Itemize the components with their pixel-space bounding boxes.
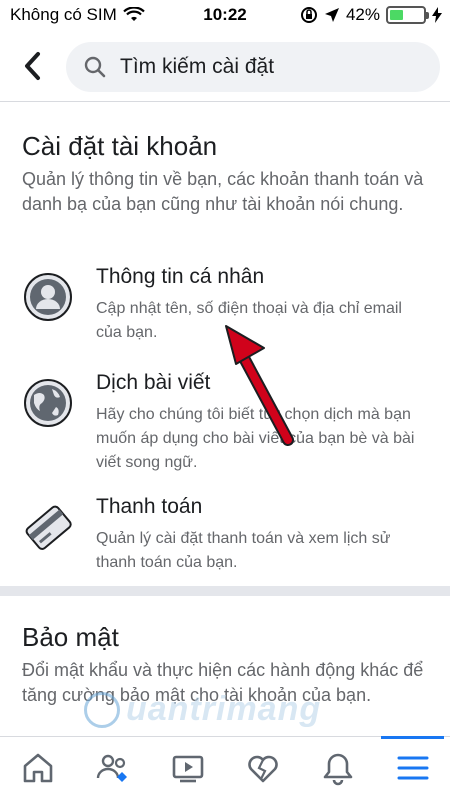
rotation-lock-icon bbox=[300, 7, 317, 23]
section-divider bbox=[0, 586, 450, 596]
battery-percent: 42% bbox=[345, 5, 380, 24]
menu-icon bbox=[397, 756, 428, 780]
globe-icon bbox=[24, 379, 72, 427]
setting-item-title: Dịch bài viết bbox=[96, 371, 211, 394]
tab-menu[interactable] bbox=[375, 736, 450, 799]
watch-icon bbox=[172, 755, 203, 783]
tab-friends[interactable] bbox=[75, 737, 150, 799]
tab-watch[interactable] bbox=[150, 737, 225, 799]
home-icon bbox=[23, 753, 52, 783]
location-icon bbox=[324, 8, 339, 22]
battery-icon bbox=[386, 6, 429, 24]
setting-item-title: Thanh toán bbox=[96, 495, 203, 518]
search-box[interactable] bbox=[66, 42, 440, 92]
setting-item-description: Hãy cho chúng tôi biết tùy chọn dịch mà … bbox=[96, 406, 415, 471]
account-section-description: Quản lý thông tin về bạn, các khoản than… bbox=[22, 169, 424, 214]
tab-notifications[interactable] bbox=[300, 737, 375, 799]
watermark-logo-icon bbox=[84, 691, 120, 728]
search-input[interactable] bbox=[120, 55, 400, 79]
settings-header bbox=[0, 32, 450, 102]
search-icon bbox=[84, 56, 106, 78]
back-button[interactable] bbox=[18, 48, 48, 84]
bell-icon bbox=[323, 753, 352, 786]
chevron-left-icon bbox=[25, 52, 40, 80]
setting-item-post-translation[interactable]: Dịch bài viết Hãy cho chúng tôi biết tùy… bbox=[0, 371, 450, 479]
setting-item-description: Quản lý cài đặt thanh toán và xem lịch s… bbox=[96, 530, 391, 571]
charging-icon bbox=[432, 7, 442, 23]
friends-icon bbox=[96, 754, 127, 782]
watermark-text: uantrimang bbox=[126, 690, 322, 728]
setting-item-personal-info[interactable]: Thông tin cá nhân Cập nhật tên, số điện … bbox=[0, 265, 450, 373]
tab-dating[interactable] bbox=[225, 737, 300, 799]
account-settings-section: Cài đặt tài khoản Quản lý thông tin về b… bbox=[0, 103, 450, 573]
profile-icon bbox=[24, 273, 72, 321]
status-bar: Không có SIM 10:22 42% bbox=[0, 0, 450, 32]
tab-home[interactable] bbox=[0, 737, 75, 799]
status-right: 42% bbox=[300, 5, 442, 25]
battery-fill bbox=[390, 10, 404, 20]
credit-card-icon bbox=[25, 505, 72, 550]
security-section-title: Bảo mật bbox=[22, 622, 119, 652]
account-section-title: Cài đặt tài khoản bbox=[22, 131, 218, 161]
dating-icon bbox=[247, 755, 278, 783]
watermark: uantrimang bbox=[84, 690, 321, 729]
setting-item-title: Thông tin cá nhân bbox=[96, 265, 265, 288]
bottom-tab-bar bbox=[0, 736, 450, 799]
setting-item-description: Cập nhật tên, số điện thoại và địa chỉ e… bbox=[96, 300, 402, 341]
